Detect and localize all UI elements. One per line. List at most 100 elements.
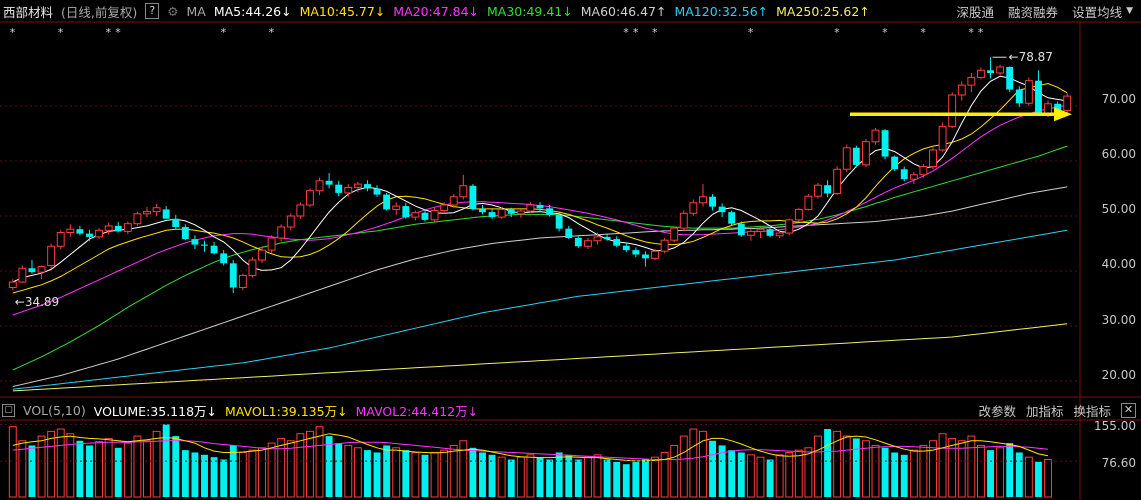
volume-bar — [66, 433, 75, 498]
volume-tick: 155.00 — [1094, 419, 1136, 433]
volume-bar — [37, 435, 46, 498]
candle-body — [699, 196, 707, 204]
candle-body — [689, 202, 698, 214]
candle-body — [497, 208, 506, 218]
volume-bar — [709, 440, 716, 497]
candle-body — [670, 227, 679, 241]
candle-body — [162, 209, 170, 219]
candle-body — [756, 228, 765, 232]
candle-body — [1044, 103, 1052, 115]
volume-bar — [76, 440, 84, 497]
candle-body — [641, 254, 649, 259]
volume-bar — [938, 433, 947, 498]
volume-bar — [47, 430, 56, 498]
candle-body — [459, 185, 468, 198]
volume-bar — [440, 449, 449, 498]
candle-body — [402, 206, 410, 218]
volume-bar — [622, 464, 630, 497]
candle-body — [373, 188, 381, 195]
volume-bar — [488, 454, 496, 497]
candle-body — [143, 211, 151, 215]
candle-body — [191, 239, 199, 245]
candle-body — [842, 147, 851, 170]
event-marker-icon: * — [978, 26, 984, 39]
collapse-icon[interactable]: ▢ — [2, 403, 15, 417]
volume-bar — [469, 447, 477, 497]
volume-bar — [114, 447, 122, 497]
candle-body — [603, 236, 611, 240]
candle-body — [929, 149, 937, 167]
candle-body — [95, 229, 104, 238]
volume-bar — [411, 451, 420, 498]
candle-body — [305, 190, 314, 206]
volume-bar — [842, 435, 851, 498]
volume-bar — [909, 449, 918, 498]
volume-bar — [641, 459, 649, 497]
candle-body — [248, 259, 257, 276]
volume-bar — [353, 447, 362, 498]
candle-body — [364, 184, 371, 189]
volume-bar — [172, 436, 180, 497]
volume-bar — [133, 435, 142, 498]
mavol1-value: MAVOL1:39.135万↓ — [225, 403, 348, 419]
candle-body — [718, 206, 726, 213]
add-indicator-button[interactable]: 加指标 — [1026, 401, 1064, 420]
candle-body — [1006, 66, 1014, 90]
switch-indicator-button[interactable]: 换指标 — [1073, 401, 1111, 420]
volume-bar — [123, 442, 132, 498]
event-marker-icon: * — [221, 26, 227, 39]
volume-bar — [364, 450, 371, 497]
volume-bar — [632, 461, 640, 497]
candle-body — [660, 239, 669, 252]
volume-bar — [238, 451, 247, 498]
candle-body — [948, 94, 957, 127]
event-marker-icon: * — [623, 26, 629, 39]
volume-bar — [996, 447, 1005, 498]
candle-body — [47, 245, 56, 266]
candle-body — [430, 210, 439, 221]
volume-bar — [430, 451, 439, 498]
candle-body — [536, 205, 544, 209]
volume-bar — [479, 452, 486, 497]
candle-body — [383, 194, 391, 210]
volume-bar — [95, 441, 104, 498]
event-marker-icon: * — [633, 26, 639, 39]
volume-bar — [976, 444, 985, 498]
candle-body — [967, 76, 976, 86]
candle-body — [1015, 89, 1023, 104]
volume-bar — [785, 451, 794, 498]
candle-body — [814, 184, 822, 197]
volume-bar — [258, 447, 266, 498]
candle-body — [8, 281, 17, 288]
candle-body — [976, 69, 985, 78]
change-params-button[interactable]: 改参数 — [978, 401, 1016, 420]
volume-bar — [191, 452, 199, 497]
event-marker-icon: * — [58, 26, 64, 39]
event-marker-icon: * — [115, 26, 121, 39]
volume-bar — [574, 459, 582, 497]
candle-body — [785, 219, 794, 234]
candle-body — [488, 212, 496, 218]
kline-chart[interactable]: ←78.87←34.89* * * * * * * * * * * * * * * — [0, 0, 1141, 500]
volume-bar — [957, 440, 966, 498]
volume-bar — [756, 456, 765, 498]
candle-body — [565, 228, 573, 238]
event-marker-icon: * — [106, 26, 112, 39]
volume-value: VOLUME:35.118万↓ — [93, 403, 218, 419]
volume-bar — [737, 452, 745, 497]
volume-bar — [248, 449, 257, 498]
close-icon[interactable]: ✕ — [1121, 402, 1136, 418]
volume-bar — [344, 444, 353, 498]
volume-bar — [210, 457, 218, 497]
candle-body — [133, 213, 142, 225]
volume-bar — [1015, 452, 1023, 497]
candle-body — [411, 212, 420, 218]
vol-indicator-name[interactable]: VOL(5,10) — [23, 403, 86, 418]
candle-body — [296, 204, 305, 217]
candle-body — [871, 129, 880, 143]
candle-body — [172, 218, 180, 227]
candle-body — [123, 223, 132, 232]
candle-body — [238, 274, 247, 288]
candle-body — [421, 212, 429, 220]
candle-body — [37, 266, 46, 273]
